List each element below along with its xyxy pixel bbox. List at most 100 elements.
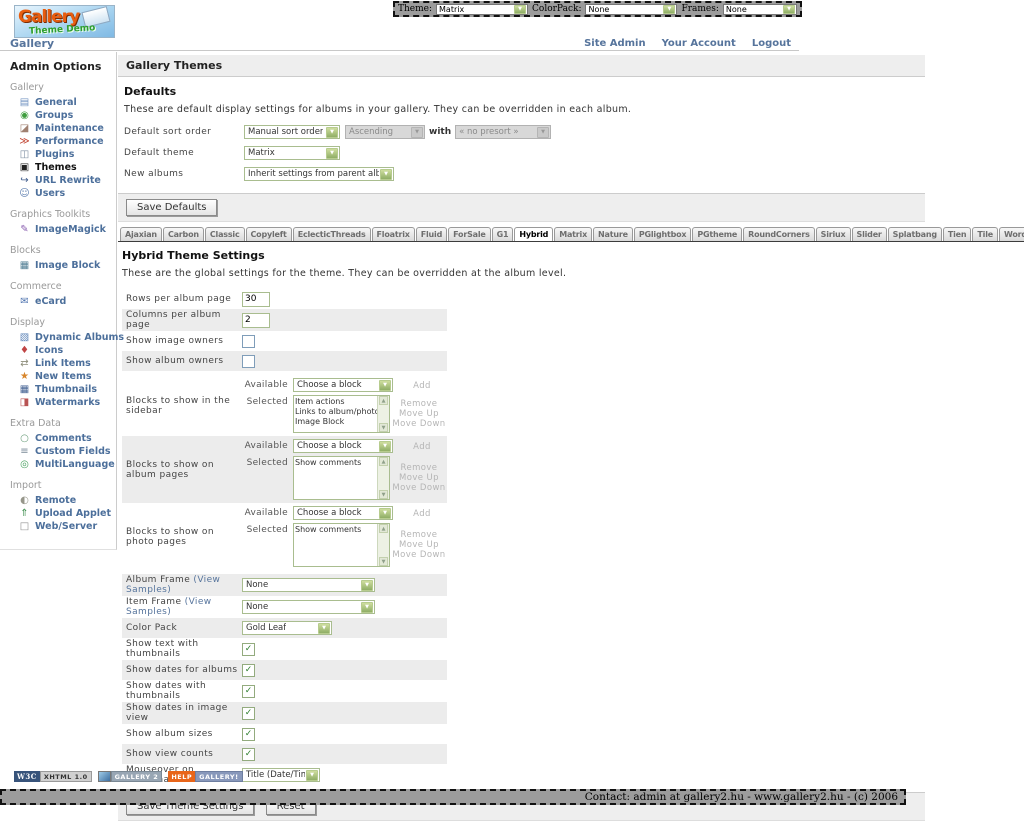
sidebar-item-plugins[interactable]: ◫Plugins <box>10 148 112 161</box>
colorpack-select[interactable]: None <box>585 4 677 15</box>
blocks-to-show-on-photo-pages-selected-listbox[interactable]: Show comments▲ ▼ <box>293 523 390 567</box>
tab-forsale[interactable]: ForSale <box>448 227 491 241</box>
sidebar-item-upload-applet[interactable]: ⇑Upload Applet <box>10 507 112 520</box>
rows-per-album-page-input[interactable] <box>242 292 270 307</box>
default-theme-select[interactable]: Matrix <box>244 146 340 160</box>
listbox-scrollbar[interactable]: ▲▼ <box>377 396 389 432</box>
sidebar-item-web-server[interactable]: □Web/Server <box>10 520 112 533</box>
blocks-to-show-on-album-pages-selected-listbox[interactable]: Show comments▲ ▼ <box>293 456 390 500</box>
item-frame-select[interactable]: None <box>242 600 375 614</box>
default-sort-order-select[interactable]: Manual sort order <box>244 125 340 139</box>
blocks-to-show-in-the-sidebar-selected-listbox[interactable]: Item actionsLinks to album/photo peersIm… <box>293 395 390 433</box>
w3c-xhtml-badge[interactable]: W3C XHTML 1.0 <box>14 771 92 782</box>
scroll-down-icon[interactable]: ▼ <box>379 490 388 499</box>
tab-fluid[interactable]: Fluid <box>416 227 447 241</box>
columns-per-album-page-input[interactable] <box>242 313 270 328</box>
remove-action[interactable]: Remove <box>390 463 448 473</box>
move-down-action[interactable]: Move Down <box>390 419 448 429</box>
scroll-up-icon[interactable]: ▲ <box>379 524 388 533</box>
sidebar-item-thumbnails[interactable]: ▦Thumbnails <box>10 383 112 396</box>
sidebar-item-ecard[interactable]: ✉eCard <box>10 295 112 308</box>
gallery2-badge[interactable]: GALLERY 2 <box>98 771 163 782</box>
tab-matrix[interactable]: Matrix <box>554 227 592 241</box>
link-your-account[interactable]: Your Account <box>662 38 736 49</box>
tab-classic[interactable]: Classic <box>205 227 245 241</box>
show-view-counts-checkbox[interactable] <box>242 748 255 761</box>
sidebar-item-users[interactable]: ☺Users <box>10 187 112 200</box>
show-album-owners-checkbox[interactable] <box>242 355 255 368</box>
view-samples-link[interactable]: (View Samples) <box>126 597 212 617</box>
tab-g1[interactable]: G1 <box>492 227 514 241</box>
sidebar-item-custom-fields[interactable]: ≡Custom Fields <box>10 445 112 458</box>
move-up-action[interactable]: Move Up <box>390 409 448 419</box>
sidebar-item-general[interactable]: ▤General <box>10 96 112 109</box>
tab-slider[interactable]: Slider <box>852 227 887 241</box>
sidebar-item-multilanguage[interactable]: ◎MultiLanguage <box>10 458 112 471</box>
scroll-down-icon[interactable]: ▼ <box>379 557 388 566</box>
show-image-owners-checkbox[interactable] <box>242 335 255 348</box>
sidebar-item-image-block[interactable]: ▦Image Block <box>10 259 112 272</box>
list-item[interactable]: Show comments <box>295 525 376 535</box>
show-dates-for-albums-checkbox[interactable] <box>242 664 255 677</box>
tab-ajaxian[interactable]: Ajaxian <box>120 227 162 241</box>
show-album-sizes-checkbox[interactable] <box>242 728 255 741</box>
theme-select[interactable]: Matrix <box>436 4 528 15</box>
scroll-up-icon[interactable]: ▲ <box>379 457 388 466</box>
scroll-up-icon[interactable]: ▲ <box>379 396 388 405</box>
move-down-action[interactable]: Move Down <box>390 550 448 560</box>
blocks-to-show-in-the-sidebar-available-select[interactable]: Choose a block <box>293 378 393 392</box>
sidebar-item-link-items[interactable]: ⇄Link Items <box>10 357 112 370</box>
sidebar-item-remote[interactable]: ◐Remote <box>10 494 112 507</box>
list-item[interactable]: Image Block <box>295 417 376 427</box>
link-logout[interactable]: Logout <box>752 38 791 49</box>
list-item[interactable]: Links to album/photo peers <box>295 407 376 417</box>
tab-hybrid[interactable]: Hybrid <box>514 227 553 242</box>
show-text-with-thumbnails-checkbox[interactable] <box>242 643 255 656</box>
tab-splatbang[interactable]: Splatbang <box>888 227 942 241</box>
tab-copyleft[interactable]: Copyleft <box>246 227 292 241</box>
sidebar-item-comments[interactable]: ○Comments <box>10 432 112 445</box>
sidebar-item-themes[interactable]: ▣Themes <box>10 161 112 174</box>
sidebar-item-watermarks[interactable]: ◨Watermarks <box>10 396 112 409</box>
sidebar-item-new-items[interactable]: ★New Items <box>10 370 112 383</box>
blocks-to-show-on-photo-pages-available-select[interactable]: Choose a block <box>293 506 393 520</box>
move-up-action[interactable]: Move Up <box>390 540 448 550</box>
sidebar-item-groups[interactable]: ◉Groups <box>10 109 112 122</box>
color-pack-select[interactable]: Gold Leaf <box>242 621 332 635</box>
view-samples-link[interactable]: (View Samples) <box>126 575 220 595</box>
breadcrumb[interactable]: Gallery <box>10 37 54 50</box>
help-gallery-badge[interactable]: HELP GALLERY! <box>168 771 242 782</box>
blocks-to-show-on-album-pages-available-select[interactable]: Choose a block <box>293 439 393 453</box>
gallery-logo[interactable]: Gallery Theme Demo <box>14 5 115 38</box>
add-action[interactable]: Add <box>393 507 451 519</box>
sidebar-item-url-rewrite[interactable]: ↪URL Rewrite <box>10 174 112 187</box>
remove-action[interactable]: Remove <box>390 399 448 409</box>
tab-pgtheme[interactable]: PGtheme <box>692 227 742 241</box>
list-item[interactable]: Item actions <box>295 397 376 407</box>
show-dates-with-thumbnails-checkbox[interactable] <box>242 685 255 698</box>
sidebar-item-performance[interactable]: ≫Performance <box>10 135 112 148</box>
tab-carbon[interactable]: Carbon <box>163 227 204 241</box>
tab-wordpressembedded[interactable]: WordpressEmbedded <box>999 227 1024 241</box>
link-site-admin[interactable]: Site Admin <box>584 38 646 49</box>
mouseover-on-thumbnails-select[interactable]: Title (Date/Time) <box>242 768 320 782</box>
show-dates-in-image-view-checkbox[interactable] <box>242 707 255 720</box>
tab-roundcorners[interactable]: RoundCorners <box>743 227 815 241</box>
move-up-action[interactable]: Move Up <box>390 473 448 483</box>
tab-siriux[interactable]: Siriux <box>816 227 851 241</box>
sidebar-item-icons[interactable]: ♦Icons <box>10 344 112 357</box>
frames-select[interactable]: None <box>723 4 797 15</box>
scroll-down-icon[interactable]: ▼ <box>379 423 388 432</box>
move-down-action[interactable]: Move Down <box>390 483 448 493</box>
add-action[interactable]: Add <box>393 440 451 452</box>
tab-tile[interactable]: Tile <box>972 227 998 241</box>
sidebar-item-dynamic-albums[interactable]: ▧Dynamic Albums <box>10 331 112 344</box>
sidebar-item-maintenance[interactable]: ◪Maintenance <box>10 122 112 135</box>
list-item[interactable]: Show comments <box>295 458 376 468</box>
tab-pglightbox[interactable]: PGlightbox <box>634 227 692 241</box>
add-action[interactable]: Add <box>393 379 451 391</box>
tab-nature[interactable]: Nature <box>593 227 633 241</box>
save-defaults-button[interactable]: Save Defaults <box>126 199 217 216</box>
tab-floatrix[interactable]: Floatrix <box>372 227 415 241</box>
sidebar-item-imagemagick[interactable]: ✎ImageMagick <box>10 223 112 236</box>
